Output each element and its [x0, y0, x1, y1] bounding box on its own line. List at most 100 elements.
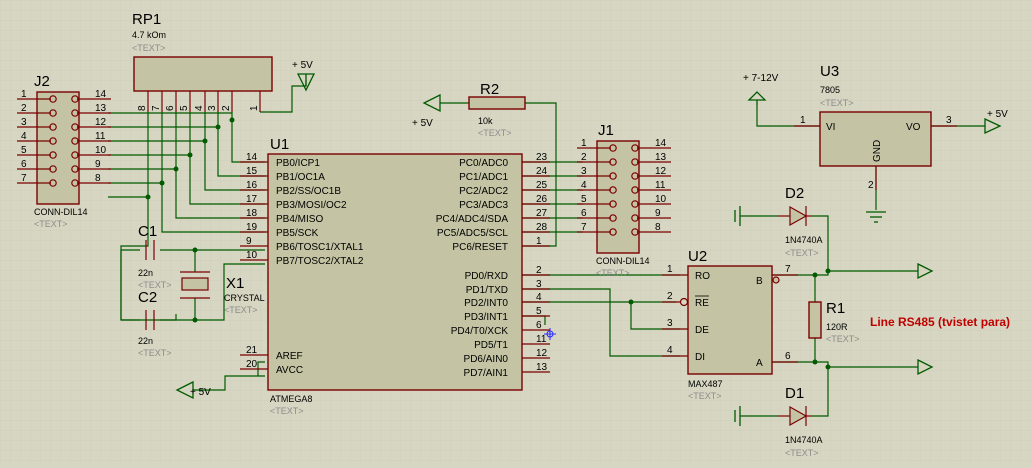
u1-pin-name: AREF	[276, 351, 303, 362]
d1-ref: D1	[785, 385, 804, 402]
j2-pin-left: 3	[21, 117, 27, 128]
u3-pin-vi: VI	[826, 122, 835, 133]
u2-pin-ro: RO	[695, 271, 710, 282]
u3-placeholder: <TEXT>	[820, 98, 854, 108]
u1-ref: U1	[270, 136, 289, 153]
u2-pin-4: 4	[667, 345, 673, 356]
r1-body	[808, 301, 822, 339]
r2-body	[468, 96, 526, 110]
u1-pin-name: PB2/SS/OC1B	[276, 186, 341, 197]
rs485-note: Line RS485 (tvistet para)	[870, 315, 1010, 329]
rp1-body	[133, 56, 273, 92]
j2-pin-right: 13	[95, 103, 107, 114]
j1-pin-left: 7	[581, 222, 587, 233]
d2-placeholder: <TEXT>	[785, 248, 819, 258]
u1-pin-name: PD5/T1	[474, 340, 508, 351]
u1-pin-name: PC1/ADC1	[459, 172, 508, 183]
r2-ref: R2	[480, 81, 499, 98]
power-5v-r2-label: + 5V	[412, 118, 433, 129]
u1-pin-name: PD3/INT1	[464, 312, 508, 323]
u1-pin-number: 23	[536, 152, 548, 163]
j2-pin-right: 14	[95, 89, 107, 100]
u1-pin-number: 3	[536, 279, 542, 290]
u2-pin-7: 7	[785, 264, 791, 275]
u1-pin-number: 15	[246, 166, 258, 177]
u1-pin-name: PD1/TXD	[466, 285, 508, 296]
d2-ref: D2	[785, 185, 804, 202]
r2-value: 10k	[478, 116, 493, 126]
u1-pin-number: 17	[246, 194, 258, 205]
u2-value: MAX487	[688, 379, 723, 389]
j2-pin-left: 6	[21, 159, 27, 170]
d2-value: 1N4740A	[785, 235, 823, 245]
u1-pin-name: PC4/ADC4/SDA	[436, 214, 509, 225]
u1-pin-number: 26	[536, 194, 548, 205]
j2-pin-left: 5	[21, 145, 27, 156]
u1-pin-name: PC0/ADC0	[459, 158, 508, 169]
u1-pin-name: PD2/INT0	[464, 298, 508, 309]
rp1-pin-3: 3	[207, 105, 218, 111]
rp1-pin-6: 6	[165, 105, 176, 111]
u3-pin-2: 2	[868, 180, 874, 191]
u1-pin-number: 19	[246, 222, 258, 233]
j1-pin-right: 14	[655, 138, 667, 149]
u2-pin-3: 3	[667, 318, 673, 329]
d1-placeholder: <TEXT>	[785, 448, 819, 458]
schematic-sheet: RP1 4.7 kOm <TEXT> 8 7 6 5 4 3 2 1 + 5V …	[0, 0, 1031, 463]
u1-pin-name: PB5/SCK	[276, 228, 319, 239]
j1-value: CONN-DIL14	[596, 256, 650, 266]
j1-pin-right: 10	[655, 194, 667, 205]
u1-atmega8[interactable]: U1 14PB0/ICP115PB1/OC1A16PB2/SS/OC1B17PB…	[240, 136, 550, 416]
j2-pin-left: 2	[21, 103, 27, 114]
r2-placeholder: <TEXT>	[478, 128, 512, 138]
u1-pin-number: 18	[246, 208, 258, 219]
u1-pin-number: 27	[536, 208, 548, 219]
x1-placeholder: <TEXT>	[224, 305, 258, 315]
u1-pin-number: 2	[536, 265, 542, 276]
rp1-pin-2: 2	[221, 105, 232, 111]
u3-pin-vo: VO	[906, 122, 921, 133]
u2-pin-2: 2	[667, 291, 673, 302]
j1-ref: J1	[598, 122, 614, 139]
power-5v-u3-label: + 5V	[987, 109, 1008, 120]
j1-pin-left: 5	[581, 194, 587, 205]
j1-pin-right: 12	[655, 166, 667, 177]
j1-pin-left: 1	[581, 138, 587, 149]
u1-pin-number: 16	[246, 180, 258, 191]
j1-pin-right: 11	[655, 180, 666, 191]
j1-pin-left: 2	[581, 152, 587, 163]
rp1-pin-1: 1	[249, 105, 260, 111]
u1-pin-number: 24	[536, 166, 548, 177]
j1-pin-left: 6	[581, 208, 587, 219]
j2-pin-right: 8	[95, 173, 101, 184]
u1-pin-name: AVCC	[276, 365, 303, 376]
u1-pin-name: PD0/RXD	[465, 271, 508, 282]
x1-value: CRYSTAL	[224, 293, 265, 303]
u1-pin-number: 1	[536, 236, 542, 247]
j1-pin-right: 13	[655, 152, 667, 163]
d1-value: 1N4740A	[785, 435, 823, 445]
u1-pin-name: PD4/T0/XCK	[451, 326, 509, 337]
u3-pin-1: 1	[800, 115, 806, 126]
j1-pin-right: 9	[655, 208, 661, 219]
u2-pin-re: RE	[695, 298, 709, 309]
j2-body	[36, 91, 80, 205]
j1-pin-right: 8	[655, 222, 661, 233]
j1-pin-left: 3	[581, 166, 587, 177]
u1-pin-number: 14	[246, 152, 258, 163]
u2-placeholder: <TEXT>	[688, 391, 722, 401]
power-5v-rp1-label: + 5V	[292, 60, 313, 71]
u1-pin-number: 21	[246, 345, 258, 356]
u1-pin-number: 25	[536, 180, 548, 191]
rp1-ref: RP1	[132, 11, 161, 28]
power-7-12v-label: + 7-12V	[743, 73, 779, 84]
rp1-placeholder: <TEXT>	[132, 43, 166, 53]
u2-pin-1: 1	[667, 264, 673, 275]
j1-placeholder: <TEXT>	[596, 268, 630, 278]
u2-pin-de: DE	[695, 325, 709, 336]
c2-value: 22n	[138, 336, 153, 346]
u1-pin-name: PB7/TOSC2/XTAL2	[276, 256, 364, 267]
r1-placeholder: <TEXT>	[826, 334, 860, 344]
u1-pin-number: 6	[536, 320, 542, 331]
u1-pin-name: PD7/AIN1	[464, 368, 509, 379]
